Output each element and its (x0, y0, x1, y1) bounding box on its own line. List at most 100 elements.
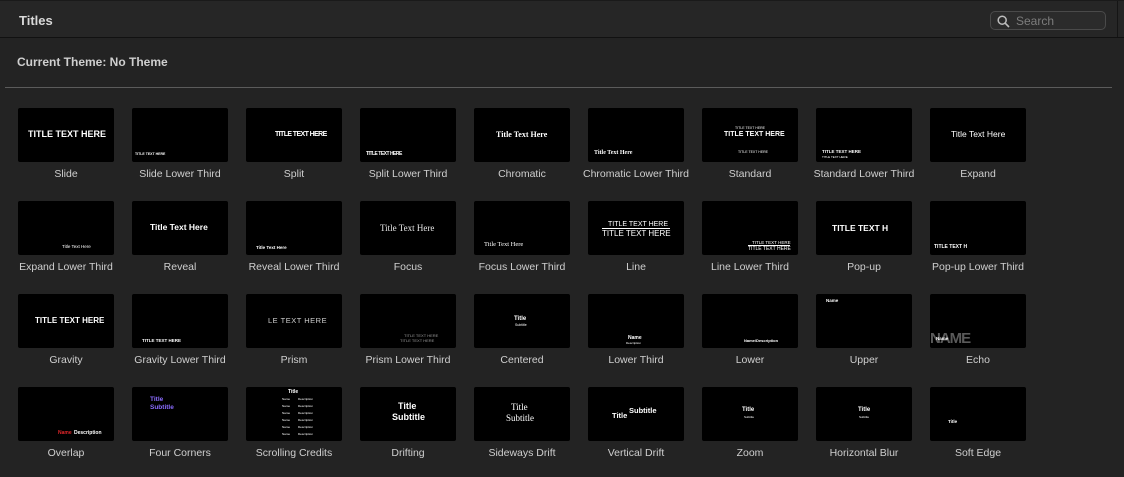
title-tile-reveal[interactable]: Title Text Here Reveal (124, 201, 234, 291)
title-tile-centered[interactable]: Title Subtitle Centered (466, 294, 576, 384)
title-tile-gravity-lower-third[interactable]: TITLE TEXT HERE Gravity Lower Third (124, 294, 234, 384)
tile-label: Chromatic Lower Third (582, 168, 689, 180)
title-tile-echo[interactable]: NAME Name Echo (922, 294, 1032, 384)
thumbnail: Name (816, 294, 912, 348)
preview-subtext: TITLE TEXT HERE (738, 150, 769, 154)
title-tile-scrolling-credits[interactable]: Title Name Description Name Description … (238, 387, 348, 477)
thumbnail: Title Text Here (360, 201, 456, 255)
preview-text: Title (948, 419, 958, 424)
thumbnail: Title Text Here (474, 201, 570, 255)
thumbnail: Title Name Description Name Description … (246, 387, 342, 441)
preview-text: Title (612, 411, 628, 420)
preview-subtext: Subtitle (629, 406, 657, 415)
preview-text: Title Text Here (150, 222, 208, 232)
title-tile-soft-edge[interactable]: Title Soft Edge (922, 387, 1032, 477)
title-tile-chromatic-lower-third[interactable]: Title Text Here Chromatic Lower Third (580, 108, 690, 198)
preview-text: TITLE TEXT HERE (135, 152, 166, 156)
title-tile-sideways-drift[interactable]: Title Subtitle Sideways Drift (466, 387, 576, 477)
thumbnail: TITLE TEXT H (816, 201, 912, 255)
title-tile-line[interactable]: TITLE TEXT HERE TITLE TEXT HERE Line (580, 201, 690, 291)
preview-text: TITLE TEXT HERE (602, 229, 671, 238)
thumbnail: TITLE TEXT HERE (246, 108, 342, 162)
preview-text: TITLE TEXT HERE (366, 151, 402, 157)
title-tile-focus-lower-third[interactable]: Title Text Here Focus Lower Third (466, 201, 576, 291)
title-tile-focus[interactable]: Title Text Here Focus (352, 201, 462, 291)
title-tile-four-corners[interactable]: Title Subtitle Four Corners (124, 387, 234, 477)
title-tile-prism[interactable]: LE TEXT HERE Prism (238, 294, 348, 384)
preview-text: TITLE TEXT HERE (748, 246, 791, 252)
title-tile-pop-up-lower-third[interactable]: TITLE TEXT H Pop-up Lower Third (922, 201, 1032, 291)
thumbnail: Title Text Here (18, 201, 114, 255)
thumbnail: Title Text Here (474, 108, 570, 162)
tile-label: Slide Lower Third (139, 168, 221, 180)
thumbnail: TITLE TEXT HERE TITLE TEXT HERE (360, 294, 456, 348)
preview-subtext: Subtitle (506, 413, 535, 423)
preview-text: TITLE TEXT HERE (400, 338, 435, 343)
title-tile-upper[interactable]: Name Upper (808, 294, 918, 384)
tile-label: Focus (393, 261, 423, 273)
preview-text: Title Text Here (484, 241, 524, 248)
thumbnail: Title (930, 387, 1026, 441)
preview-text: TITLE TEXT HERE (142, 338, 182, 343)
preview-subtext: Subtitle (392, 412, 425, 422)
title-tile-gravity[interactable]: TITLE TEXT HERE Gravity (10, 294, 120, 384)
search-field[interactable] (990, 11, 1106, 30)
tile-label: Split (283, 168, 305, 180)
title-tile-horizontal-blur[interactable]: Title Subtitle Horizontal Blur (808, 387, 918, 477)
thumbnail: TITLE TEXT HERE TITLE TEXT HERE (702, 201, 798, 255)
preview-subtext: Name (58, 430, 72, 436)
preview-subtext: Description (626, 341, 642, 345)
title-tile-expand[interactable]: Title Text Here Expand (922, 108, 1032, 198)
preview-text: Name (826, 298, 839, 303)
preview-text: LE TEXT HERE (268, 316, 328, 325)
tile-label: Pop-up Lower Third (931, 261, 1025, 273)
thumbnail: TITLE TEXT H (930, 201, 1026, 255)
tile-label: Drifting (391, 447, 425, 459)
thumbnail: Title Subtitle (474, 387, 570, 441)
title-tile-vertical-drift[interactable]: Title Subtitle Vertical Drift (580, 387, 690, 477)
title-tile-line-lower-third[interactable]: TITLE TEXT HERE TITLE TEXT HERE Line Low… (694, 201, 804, 291)
title-tile-split[interactable]: TITLE TEXT HERE Split (238, 108, 348, 198)
title-tile-drifting[interactable]: Title Subtitle Drifting (352, 387, 462, 477)
title-tile-chromatic[interactable]: Title Text Here Chromatic (466, 108, 576, 198)
title-tile-slide[interactable]: TITLE TEXT HERE Slide (10, 108, 120, 198)
title-tile-lower[interactable]: Name/Description Lower (694, 294, 804, 384)
preview-text: Title (858, 407, 871, 413)
current-theme-label: Current Theme: No Theme (17, 55, 168, 69)
title-tile-overlap[interactable]: Name Description Overlap (10, 387, 120, 477)
tile-label: Overlap (47, 447, 85, 459)
title-tile-pop-up[interactable]: TITLE TEXT H Pop-up (808, 201, 918, 291)
thumbnail: LE TEXT HERE (246, 294, 342, 348)
title-tile-zoom[interactable]: Title Subtitle Zoom (694, 387, 804, 477)
title-tile-slide-lower-third[interactable]: TITLE TEXT HERE Slide Lower Third (124, 108, 234, 198)
title-tile-reveal-lower-third[interactable]: Title Text Here Reveal Lower Third (238, 201, 348, 291)
thumbnail: Title Subtitle (132, 387, 228, 441)
panel-title: Titles (19, 13, 53, 28)
preview-text: TITLE TEXT HERE (35, 316, 105, 325)
tile-label: Line Lower Third (710, 261, 790, 273)
tile-label: Expand Lower Third (19, 261, 113, 273)
title-tile-standard[interactable]: TITLE TEXT HERE TITLE TEXT HERE TITLE TE… (694, 108, 804, 198)
tile-label: Standard Lower Third (813, 168, 915, 180)
preview-subtext: Name (282, 418, 291, 422)
tile-label: Lower Third (608, 354, 664, 366)
title-tile-standard-lower-third[interactable]: TITLE TEXT HERE TITLE TEXT HERE Standard… (808, 108, 918, 198)
preview-text: Title Text Here (496, 130, 548, 139)
preview-text: Title (511, 402, 528, 412)
tile-label: Prism (280, 354, 308, 366)
title-tile-expand-lower-third[interactable]: Title Text Here Expand Lower Third (10, 201, 120, 291)
tile-label: Line (626, 261, 646, 273)
title-tile-prism-lower-third[interactable]: TITLE TEXT HERE TITLE TEXT HERE Prism Lo… (352, 294, 462, 384)
preview-subtext: Name (282, 397, 291, 401)
title-tile-lower-third[interactable]: Name Description Lower Third (580, 294, 690, 384)
title-tile-split-lower-third[interactable]: TITLE TEXT HERE Split Lower Third (352, 108, 462, 198)
browser-header: Titles (0, 0, 1124, 38)
tile-label: Prism Lower Third (365, 354, 451, 366)
preview-text: Description (74, 430, 102, 436)
search-input[interactable] (1016, 13, 1102, 28)
preview-text: Title Text Here (594, 150, 633, 156)
preview-text: Name/Description (744, 338, 779, 343)
preview-subtext: Name (282, 425, 291, 429)
section-divider (5, 87, 1112, 88)
tile-label: Gravity (49, 354, 83, 366)
